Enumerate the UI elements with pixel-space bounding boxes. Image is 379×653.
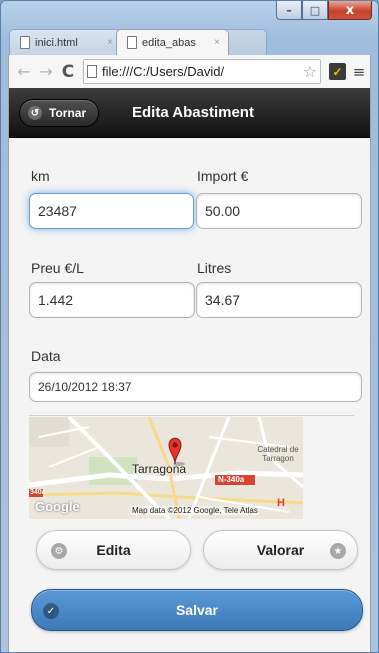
preu-input[interactable]: 1.442 bbox=[29, 282, 195, 318]
valorar-button[interactable]: Valorar ★ bbox=[203, 530, 358, 570]
tab-inici[interactable]: inici.html × bbox=[9, 29, 122, 55]
browser-toolbar: ← → C file:///C:/Users/David/ ☆ ✓ ≡ bbox=[8, 55, 371, 88]
preu-label: Preu €/L bbox=[31, 260, 84, 276]
map-hospital-marker: H bbox=[277, 497, 285, 509]
divider bbox=[29, 415, 354, 416]
map[interactable]: Tarragona N-340a 340a Catedral de Tarrag… bbox=[29, 417, 303, 519]
map-road-label: N-340a bbox=[218, 475, 245, 484]
app-header: ↺ Tornar Edita Abastiment bbox=[9, 88, 370, 138]
tab-close-icon[interactable]: × bbox=[214, 37, 220, 48]
valorar-label: Valorar bbox=[256, 542, 305, 558]
tab-strip: inici.html × edita_abas × bbox=[9, 29, 267, 55]
tornar-label: Tornar bbox=[49, 106, 87, 120]
data-label: Data bbox=[31, 348, 61, 364]
address-url[interactable]: file:///C:/Users/David/ bbox=[102, 64, 303, 79]
new-tab-button[interactable] bbox=[223, 29, 267, 55]
page-icon bbox=[87, 65, 97, 78]
page-title: Edita Abastiment bbox=[132, 104, 254, 121]
maximize-button[interactable]: □ bbox=[302, 1, 328, 20]
map-poi-label: Catedral de Tarragon bbox=[257, 445, 299, 463]
km-input[interactable]: 23487 bbox=[29, 193, 194, 229]
edita-button[interactable]: ⚙ Edita bbox=[36, 530, 191, 570]
reload-icon[interactable]: C bbox=[57, 62, 79, 82]
star-icon: ★ bbox=[330, 543, 346, 559]
tab-title: inici.html bbox=[35, 36, 78, 49]
km-label: km bbox=[31, 168, 50, 184]
close-window-button[interactable]: x bbox=[328, 1, 372, 20]
import-label: Import € bbox=[197, 168, 249, 184]
tornar-button[interactable]: ↺ Tornar bbox=[19, 99, 99, 127]
litres-input[interactable]: 34.67 bbox=[196, 282, 362, 318]
page-icon bbox=[20, 36, 30, 49]
menu-icon[interactable]: ≡ bbox=[352, 63, 366, 81]
check-icon: ✓ bbox=[43, 603, 59, 619]
data-input[interactable]: 26/10/2012 18:37 bbox=[29, 372, 362, 402]
page-icon bbox=[127, 36, 137, 49]
page-content: ↺ Tornar Edita Abastiment km 23487 Impor… bbox=[8, 88, 371, 652]
edita-label: Edita bbox=[96, 542, 131, 558]
tab-title: edita_abas bbox=[142, 36, 196, 49]
map-city-label: Tarragona bbox=[132, 462, 187, 476]
back-arrow-icon[interactable]: ← bbox=[13, 62, 35, 81]
minimize-button[interactable]: – bbox=[276, 1, 302, 20]
tab-edita-abastiment[interactable]: edita_abas × bbox=[116, 29, 229, 55]
tab-close-icon[interactable]: × bbox=[107, 37, 113, 48]
import-input[interactable]: 50.00 bbox=[196, 193, 362, 229]
litres-label: Litres bbox=[197, 260, 232, 276]
salvar-button[interactable]: ✓ Salvar bbox=[31, 589, 363, 631]
extension-icon[interactable]: ✓ bbox=[329, 63, 346, 80]
back-icon: ↺ bbox=[28, 106, 42, 120]
map-credit[interactable]: Map data ©2012 Google, Tele Atlas bbox=[131, 506, 259, 515]
address-bar[interactable]: file:///C:/Users/David/ ☆ bbox=[83, 59, 321, 84]
gear-icon: ⚙ bbox=[51, 543, 67, 559]
browser-window: – □ x inici.html × edita_abas × ← → C fi… bbox=[0, 0, 379, 653]
map-edge-road-label: 340a bbox=[30, 489, 46, 496]
window-caption-buttons: – □ x bbox=[276, 1, 372, 20]
star-icon[interactable]: ☆ bbox=[303, 62, 317, 81]
google-logo[interactable]: Google bbox=[35, 499, 80, 514]
salvar-label: Salvar bbox=[175, 602, 219, 618]
forward-arrow-icon[interactable]: → bbox=[35, 62, 57, 81]
